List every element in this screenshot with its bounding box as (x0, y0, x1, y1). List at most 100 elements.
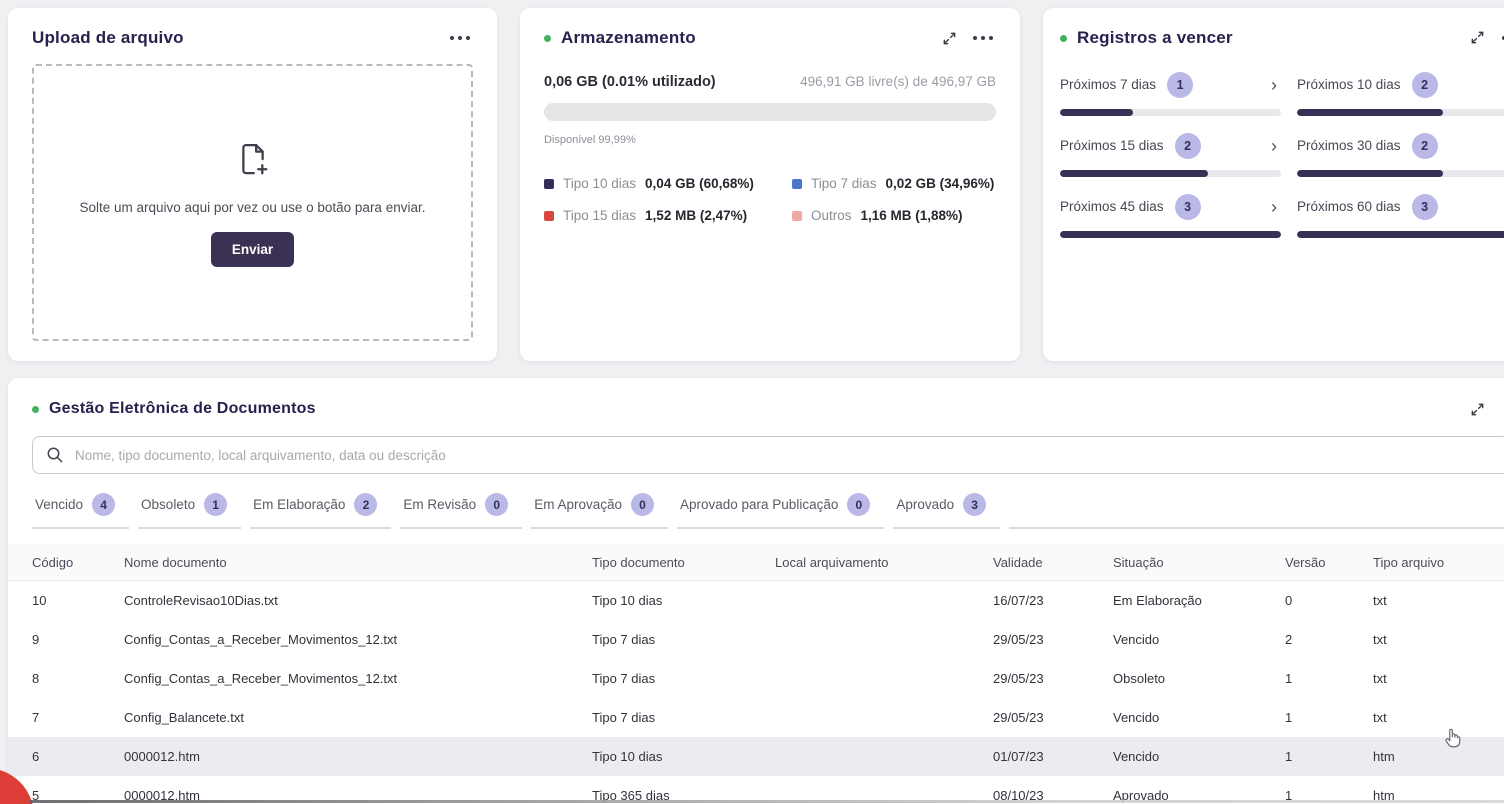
status-filter-tab[interactable]: Em Revisão 0 (400, 485, 522, 529)
table-cell: txt (1373, 632, 1503, 647)
status-filter-tab[interactable]: Em Aprovação 0 (531, 485, 668, 529)
expiring-item[interactable]: Próximos 60 dias 3 › (1297, 191, 1504, 238)
expiring-items-grid: Próximos 7 dias 1 › Próximos 10 dias 2 ›… (1060, 69, 1504, 238)
expiring-progress-bar (1060, 170, 1281, 177)
table-header-cell: Local arquivamento (775, 555, 993, 570)
expiring-item[interactable]: Próximos 30 dias 2 › (1297, 130, 1504, 177)
table-row[interactable]: 9Config_Contas_a_Receber_Movimentos_12.t… (8, 620, 1504, 659)
search-icon (46, 446, 64, 469)
expiring-item[interactable]: Próximos 15 dias 2 › (1060, 130, 1281, 177)
filter-tab-label: Aprovado para Publicação (680, 497, 838, 512)
table-cell: txt (1373, 671, 1503, 686)
status-filter-tab[interactable]: Aprovado para Publicação 0 (677, 485, 884, 529)
ellipsis-menu-icon[interactable] (447, 33, 473, 43)
status-filter-tab[interactable]: Aprovado 3 (893, 485, 1000, 529)
table-row[interactable]: 10ControleRevisao10Dias.txtTipo 10 dias1… (8, 581, 1504, 620)
table-cell: Config_Contas_a_Receber_Movimentos_12.tx… (124, 632, 592, 647)
status-dot-icon (1060, 35, 1067, 42)
expiring-progress-fill (1297, 109, 1443, 116)
expiring-progress-fill (1297, 170, 1443, 177)
dashboard-page: Upload de arquivo Solte um arquivo aqui … (0, 0, 1504, 804)
table-cell: 1 (1285, 749, 1373, 764)
expiring-records-card: Registros a vencer Próximos 7 dias 1 › P… (1043, 8, 1504, 361)
table-cell: Tipo 7 dias (592, 632, 775, 647)
expand-icon[interactable] (1470, 30, 1485, 45)
table-cell: 7 (32, 710, 124, 725)
legend-label: Tipo 7 dias (811, 176, 877, 191)
expiring-progress-bar (1297, 109, 1504, 116)
file-dropzone[interactable]: Solte um arquivo aqui por vez ou use o b… (32, 64, 473, 341)
ellipsis-menu-icon[interactable] (970, 33, 996, 43)
chevron-right-icon[interactable]: › (1271, 198, 1281, 216)
document-search-input[interactable] (32, 436, 1504, 474)
expiring-item-label: Próximos 60 dias (1297, 199, 1401, 214)
chevron-right-icon[interactable]: › (1271, 76, 1281, 94)
status-filter-tabs: Vencido 4 Obsoleto 1 Em Elaboração 2 Em … (32, 485, 1504, 529)
table-cell: 2 (1285, 632, 1373, 647)
legend-label: Outros (811, 208, 852, 223)
status-filter-tab[interactable]: Obsoleto 1 (138, 485, 241, 529)
filter-tab-count-badge: 0 (847, 493, 870, 516)
expiring-progress-fill (1060, 231, 1281, 238)
status-filter-tab[interactable]: Em Elaboração 2 (250, 485, 391, 529)
table-cell: ControleRevisao10Dias.txt (124, 593, 592, 608)
table-header-cell: Tipo documento (592, 555, 775, 570)
storage-legend-item: Tipo 15 dias 1,52 MB (2,47%) (544, 208, 792, 223)
documents-card: Gestão Eletrônica de Documentos (8, 378, 1504, 804)
expand-icon[interactable] (1470, 402, 1485, 417)
table-header-cell: Validade (993, 555, 1113, 570)
file-plus-icon (232, 139, 274, 186)
legend-label: Tipo 15 dias (563, 208, 636, 223)
table-cell: 9 (32, 632, 124, 647)
tabs-filler (1009, 527, 1504, 529)
expiring-item-label: Próximos 7 dias (1060, 77, 1156, 92)
table-cell: 29/05/23 (993, 710, 1113, 725)
table-cell: 29/05/23 (993, 632, 1113, 647)
expiring-progress-bar (1297, 170, 1504, 177)
expiring-item-label: Próximos 30 dias (1297, 138, 1401, 153)
upload-submit-button[interactable]: Enviar (211, 232, 294, 267)
table-row[interactable]: 8Config_Contas_a_Receber_Movimentos_12.t… (8, 659, 1504, 698)
table-cell: Tipo 7 dias (592, 710, 775, 725)
table-body: 10ControleRevisao10Dias.txtTipo 10 dias1… (8, 581, 1504, 804)
expiring-item-label: Próximos 15 dias (1060, 138, 1164, 153)
status-dot-icon (32, 406, 39, 413)
storage-available-text: Disponível 99,99% (544, 134, 996, 146)
expiring-count-badge: 2 (1175, 133, 1201, 159)
legend-color-square-icon (544, 179, 554, 189)
table-cell: Tipo 10 dias (592, 749, 775, 764)
table-cell: 29/05/23 (993, 671, 1113, 686)
storage-card: Armazenamento 0,06 GB (0.01% utilizado) … (520, 8, 1020, 361)
ellipsis-menu-icon[interactable] (1499, 33, 1504, 43)
table-cell: Tipo 7 dias (592, 671, 775, 686)
filter-tab-label: Vencido (35, 497, 83, 512)
storage-legend-item: Tipo 7 dias 0,02 GB (34,96%) (792, 176, 996, 191)
table-cell: Config_Contas_a_Receber_Movimentos_12.tx… (124, 671, 592, 686)
table-cell: htm (1373, 749, 1503, 764)
status-filter-tab[interactable]: Vencido 4 (32, 485, 129, 529)
status-dot-icon (544, 35, 551, 42)
table-header-cell: Versão (1285, 555, 1373, 570)
table-header-cell: Nome documento (124, 555, 592, 570)
storage-free-text: 496,91 GB livre(s) de 496,97 GB (800, 74, 996, 89)
storage-legend: Tipo 10 dias 0,04 GB (60,68%) Tipo 7 dia… (544, 176, 996, 223)
expiring-item[interactable]: Próximos 45 dias 3 › (1060, 191, 1281, 238)
filter-tab-count-badge: 0 (631, 493, 654, 516)
documents-card-title: Gestão Eletrônica de Documentos (32, 400, 1504, 418)
hand-cursor-icon (1440, 725, 1466, 756)
chevron-right-icon[interactable]: › (1271, 137, 1281, 155)
expiring-item[interactable]: Próximos 10 dias 2 › (1297, 69, 1504, 116)
table-row[interactable]: 7Config_Balancete.txtTipo 7 dias29/05/23… (8, 698, 1504, 737)
table-row[interactable]: 60000012.htmTipo 10 dias01/07/23Vencido1… (8, 737, 1504, 776)
table-cell: txt (1373, 710, 1503, 725)
expiring-count-badge: 2 (1412, 133, 1438, 159)
table-cell: 6 (32, 749, 124, 764)
filter-tab-count-badge: 0 (485, 493, 508, 516)
upload-card: Upload de arquivo Solte um arquivo aqui … (8, 8, 497, 361)
documents-card-title-text: Gestão Eletrônica de Documentos (49, 400, 316, 418)
filter-tab-count-badge: 2 (354, 493, 377, 516)
expiring-item[interactable]: Próximos 7 dias 1 › (1060, 69, 1281, 116)
table-header-cell: Situação (1113, 555, 1285, 570)
expiring-progress-bar (1060, 109, 1281, 116)
expand-icon[interactable] (942, 31, 957, 46)
